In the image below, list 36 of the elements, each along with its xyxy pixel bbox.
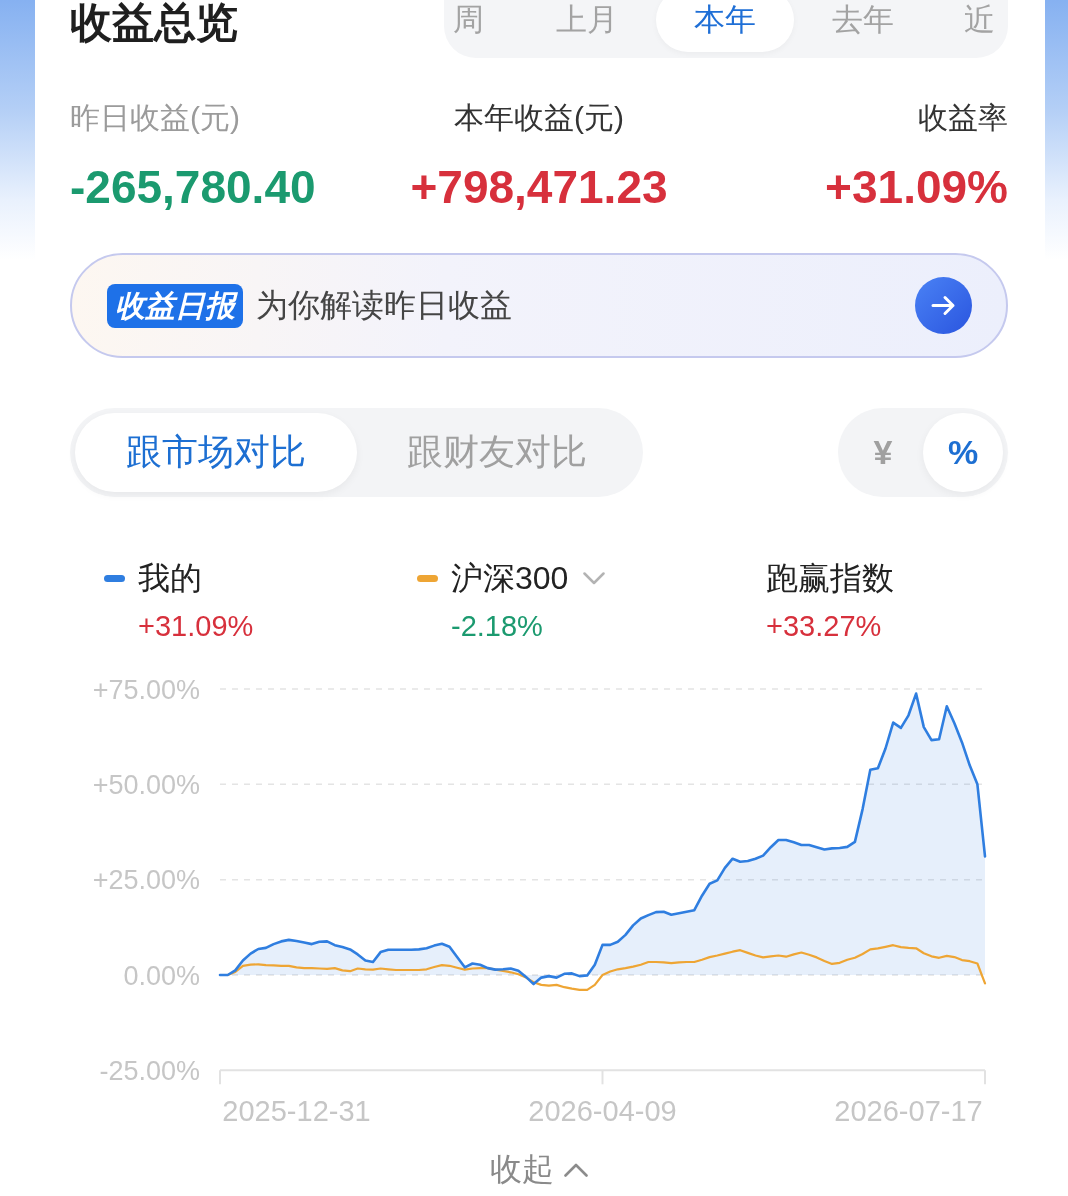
- y-axis-label: +25.00%: [92, 865, 200, 896]
- legend-label: 我的: [138, 559, 202, 598]
- x-axis-label: 2026-07-17: [834, 1095, 983, 1127]
- chevron-up-icon: [564, 1163, 588, 1177]
- period-tab[interactable]: 去年: [794, 0, 932, 52]
- stat-label: 收益率: [918, 101, 1008, 135]
- stat-label: 本年收益(元): [454, 101, 624, 135]
- legend-value: +33.27%: [766, 609, 883, 644]
- page-title: 收益总览: [70, 0, 238, 46]
- segment-tab[interactable]: 跟财友对比: [356, 413, 638, 492]
- y-axis-label: +50.00%: [92, 769, 200, 800]
- collapse-button[interactable]: 收起: [490, 1148, 588, 1192]
- legend-value: -2.18%: [451, 609, 544, 644]
- unit-option[interactable]: ¥: [843, 413, 923, 492]
- stat-label: 昨日收益(元): [70, 101, 240, 135]
- stat-value: +31.09%: [825, 162, 1008, 212]
- daily-report-banner[interactable]: 收益日报 为你解读昨日收益: [70, 253, 1008, 358]
- y-axis-label: +75.00%: [92, 674, 200, 705]
- unit-option[interactable]: %: [923, 413, 1003, 492]
- period-tab[interactable]: 本年: [656, 0, 794, 52]
- legend-value: +31.09%: [138, 609, 254, 644]
- legend-label: 沪深300: [451, 559, 569, 598]
- banner-text: 为你解读昨日收益: [256, 285, 512, 325]
- segment-tab[interactable]: 跟市场对比: [75, 413, 357, 492]
- stat-value: -265,780.40: [70, 162, 316, 212]
- arrow-right-icon[interactable]: [915, 277, 972, 334]
- period-tab[interactable]: 近: [932, 0, 1008, 52]
- stat-value: +798,471.23: [410, 162, 668, 212]
- legend-label: 跑赢指数: [766, 559, 894, 598]
- y-axis-label: 0.00%: [123, 960, 200, 991]
- report-badge: 收益日报: [107, 283, 243, 328]
- y-axis-label: -25.00%: [99, 1055, 200, 1086]
- x-axis-label: 2026-04-09: [528, 1095, 677, 1127]
- period-tab[interactable]: 周: [444, 0, 518, 52]
- period-tab[interactable]: 上月: [518, 0, 656, 52]
- x-axis-label: 2025-12-31: [222, 1095, 371, 1127]
